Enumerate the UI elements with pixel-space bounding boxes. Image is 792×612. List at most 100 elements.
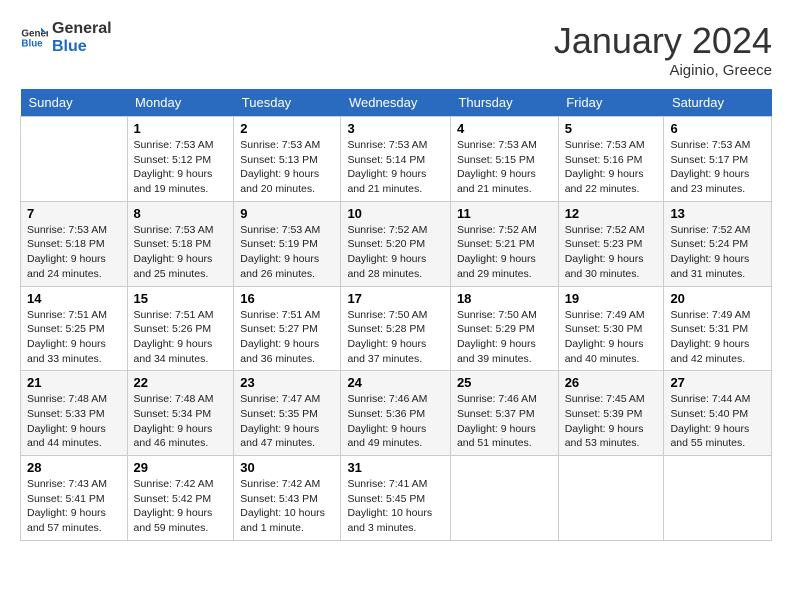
day-number: 5 [565,121,658,136]
day-number: 22 [134,375,228,390]
calendar-cell: 18 Sunrise: 7:50 AM Sunset: 5:29 PM Dayli… [450,286,558,371]
day-number: 7 [27,206,121,221]
day-info: Sunrise: 7:53 AM Sunset: 5:12 PM Dayligh… [134,138,228,197]
day-info: Sunrise: 7:47 AM Sunset: 5:35 PM Dayligh… [240,392,334,451]
calendar-header-row: SundayMondayTuesdayWednesdayThursdayFrid… [21,89,772,117]
calendar-cell: 24Sunrise: 7:46 AM Sunset: 5:36 PM Dayli… [341,371,451,456]
day-info: Sunrise: 7:42 AM Sunset: 5:42 PM Dayligh… [134,477,228,536]
day-info: Sunrise: 7:49 AM Sunset: 5:31 PM Dayligh… [670,308,765,367]
calendar-cell: 6 Sunrise: 7:53 AM Sunset: 5:17 PM Daylig… [664,117,772,202]
day-info: Sunrise: 7:53 AM Sunset: 5:13 PM Dayligh… [240,138,334,197]
calendar-week-3: 14 Sunrise: 7:51 AM Sunset: 5:25 PM Dayli… [21,286,772,371]
day-number: 15 [134,291,228,306]
day-number: 30 [240,460,334,475]
day-info: Sunrise: 7:51 AM Sunset: 5:25 PM Dayligh… [27,308,121,367]
day-number: 19 [565,291,658,306]
day-info: Sunrise: 7:43 AM Sunset: 5:41 PM Dayligh… [27,477,121,536]
day-number: 12 [565,206,658,221]
day-number: 10 [347,206,444,221]
day-number: 28 [27,460,121,475]
day-info: Sunrise: 7:53 AM Sunset: 5:19 PM Dayligh… [240,223,334,282]
calendar-cell: 23 Sunrise: 7:47 AM Sunset: 5:35 PM Dayli… [234,371,341,456]
day-number: 20 [670,291,765,306]
calendar-cell: 12Sunrise: 7:52 AM Sunset: 5:23 PM Dayli… [558,201,664,286]
day-number: 8 [134,206,228,221]
day-number: 1 [134,121,228,136]
calendar-cell: 29 Sunrise: 7:42 AM Sunset: 5:42 PM Dayli… [127,456,234,541]
calendar-table: SundayMondayTuesdayWednesdayThursdayFrid… [20,89,772,541]
header-monday: Monday [127,89,234,117]
day-info: Sunrise: 7:50 AM Sunset: 5:29 PM Dayligh… [457,308,552,367]
calendar-cell: 11 Sunrise: 7:52 AM Sunset: 5:21 PM Dayli… [450,201,558,286]
day-number: 4 [457,121,552,136]
calendar-cell: 16 Sunrise: 7:51 AM Sunset: 5:27 PM Dayli… [234,286,341,371]
day-number: 13 [670,206,765,221]
day-info: Sunrise: 7:48 AM Sunset: 5:34 PM Dayligh… [134,392,228,451]
day-number: 23 [240,375,334,390]
day-number: 14 [27,291,121,306]
calendar-cell: 27Sunrise: 7:44 AM Sunset: 5:40 PM Dayli… [664,371,772,456]
day-number: 6 [670,121,765,136]
calendar-cell: 4 Sunrise: 7:53 AM Sunset: 5:15 PM Daylig… [450,117,558,202]
calendar-cell: 26 Sunrise: 7:45 AM Sunset: 5:39 PM Dayli… [558,371,664,456]
calendar-cell: 2Sunrise: 7:53 AM Sunset: 5:13 PM Daylig… [234,117,341,202]
calendar-cell: 8 Sunrise: 7:53 AM Sunset: 5:18 PM Daylig… [127,201,234,286]
day-info: Sunrise: 7:45 AM Sunset: 5:39 PM Dayligh… [565,392,658,451]
day-number: 18 [457,291,552,306]
calendar-cell: 13 Sunrise: 7:52 AM Sunset: 5:24 PM Dayli… [664,201,772,286]
day-info: Sunrise: 7:41 AM Sunset: 5:45 PM Dayligh… [347,477,444,536]
title-block: January 2024 Aiginio, Greece [554,20,772,79]
calendar-cell: 10 Sunrise: 7:52 AM Sunset: 5:20 PM Dayli… [341,201,451,286]
svg-text:Blue: Blue [21,38,43,49]
day-number: 26 [565,375,658,390]
day-number: 24 [347,375,444,390]
day-number: 21 [27,375,121,390]
location-subtitle: Aiginio, Greece [554,62,772,79]
logo-line1: General [52,20,112,38]
day-info: Sunrise: 7:53 AM Sunset: 5:15 PM Dayligh… [457,138,552,197]
logo: General Blue General Blue [20,20,112,55]
day-info: Sunrise: 7:53 AM Sunset: 5:14 PM Dayligh… [347,138,444,197]
calendar-cell: 30 Sunrise: 7:42 AM Sunset: 5:43 PM Dayli… [234,456,341,541]
logo-icon: General Blue [20,24,48,52]
calendar-cell: 7 Sunrise: 7:53 AM Sunset: 5:18 PM Daylig… [21,201,128,286]
logo-line2: Blue [52,38,112,56]
day-info: Sunrise: 7:52 AM Sunset: 5:20 PM Dayligh… [347,223,444,282]
day-info: Sunrise: 7:49 AM Sunset: 5:30 PM Dayligh… [565,308,658,367]
day-info: Sunrise: 7:52 AM Sunset: 5:21 PM Dayligh… [457,223,552,282]
day-info: Sunrise: 7:53 AM Sunset: 5:17 PM Dayligh… [670,138,765,197]
day-number: 25 [457,375,552,390]
day-info: Sunrise: 7:53 AM Sunset: 5:18 PM Dayligh… [27,223,121,282]
calendar-week-4: 21 Sunrise: 7:48 AM Sunset: 5:33 PM Dayli… [21,371,772,456]
day-info: Sunrise: 7:42 AM Sunset: 5:43 PM Dayligh… [240,477,334,536]
header-friday: Friday [558,89,664,117]
day-number: 9 [240,206,334,221]
calendar-week-5: 28 Sunrise: 7:43 AM Sunset: 5:41 PM Dayli… [21,456,772,541]
calendar-cell: 21 Sunrise: 7:48 AM Sunset: 5:33 PM Dayli… [21,371,128,456]
day-number: 17 [347,291,444,306]
calendar-cell: 15Sunrise: 7:51 AM Sunset: 5:26 PM Dayli… [127,286,234,371]
calendar-cell: 17Sunrise: 7:50 AM Sunset: 5:28 PM Dayli… [341,286,451,371]
page-header: General Blue General Blue January 2024 A… [20,20,772,79]
day-info: Sunrise: 7:52 AM Sunset: 5:24 PM Dayligh… [670,223,765,282]
calendar-cell [664,456,772,541]
calendar-cell: 1 Sunrise: 7:53 AM Sunset: 5:12 PM Daylig… [127,117,234,202]
calendar-week-2: 7 Sunrise: 7:53 AM Sunset: 5:18 PM Daylig… [21,201,772,286]
calendar-cell: 14 Sunrise: 7:51 AM Sunset: 5:25 PM Dayli… [21,286,128,371]
calendar-cell: 20 Sunrise: 7:49 AM Sunset: 5:31 PM Dayli… [664,286,772,371]
day-info: Sunrise: 7:53 AM Sunset: 5:16 PM Dayligh… [565,138,658,197]
day-info: Sunrise: 7:44 AM Sunset: 5:40 PM Dayligh… [670,392,765,451]
header-saturday: Saturday [664,89,772,117]
header-tuesday: Tuesday [234,89,341,117]
day-number: 16 [240,291,334,306]
day-number: 3 [347,121,444,136]
day-info: Sunrise: 7:51 AM Sunset: 5:27 PM Dayligh… [240,308,334,367]
header-wednesday: Wednesday [341,89,451,117]
calendar-cell [21,117,128,202]
day-number: 11 [457,206,552,221]
calendar-cell: 22 Sunrise: 7:48 AM Sunset: 5:34 PM Dayli… [127,371,234,456]
day-number: 29 [134,460,228,475]
calendar-cell: 31Sunrise: 7:41 AM Sunset: 5:45 PM Dayli… [341,456,451,541]
day-info: Sunrise: 7:53 AM Sunset: 5:18 PM Dayligh… [134,223,228,282]
day-info: Sunrise: 7:48 AM Sunset: 5:33 PM Dayligh… [27,392,121,451]
